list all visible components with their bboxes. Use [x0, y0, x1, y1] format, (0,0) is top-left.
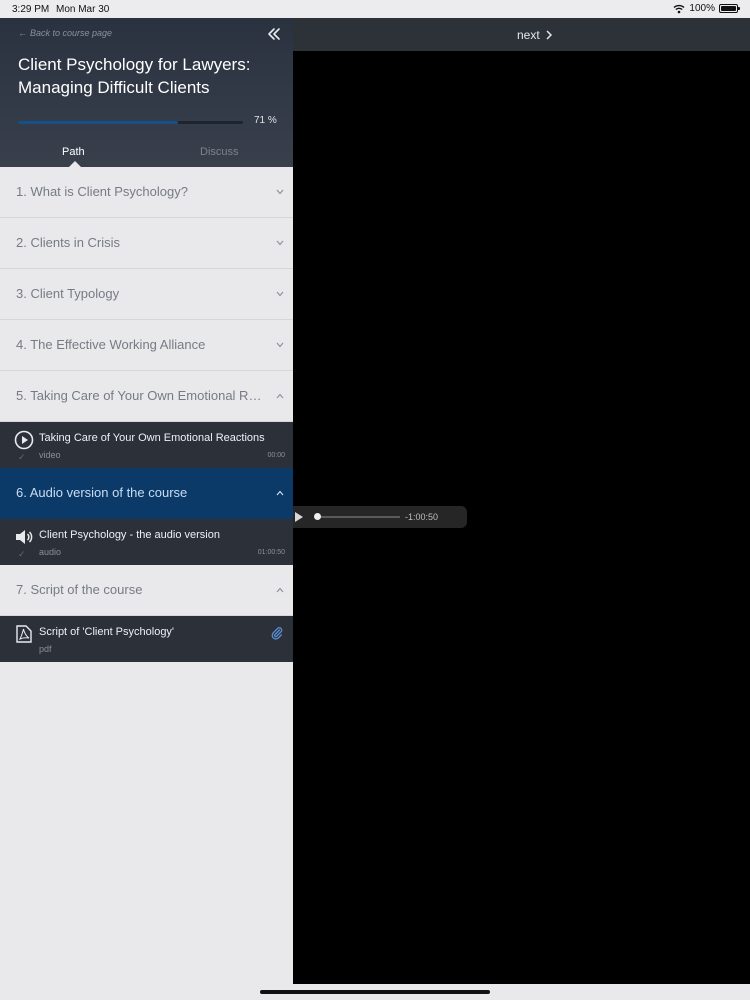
chevron-right-icon [546, 30, 552, 40]
lesson-title: Client Psychology - the audio version [39, 529, 220, 541]
checkmark-icon: ✓ [18, 549, 26, 559]
section-label: 6. Audio version of the course [16, 485, 188, 500]
tab-discuss[interactable]: Discuss [200, 146, 239, 158]
course-progress-bar [18, 121, 243, 124]
lesson-duration: 01:00:50 [257, 549, 285, 556]
course-path-list: 1. What is Client Psychology? 2. Clients… [0, 167, 293, 662]
chevron-down-icon [276, 189, 284, 195]
lesson-item-audio[interactable]: ✓ Client Psychology - the audio version … [0, 519, 293, 565]
course-title: Client Psychology for Lawyers: Managing … [18, 55, 251, 97]
status-right: 100% [673, 3, 740, 14]
section-label: 3. Client Typology [16, 286, 120, 301]
chevron-down-icon [276, 342, 284, 348]
lesson-item-video[interactable]: ✓ Taking Care of Your Own Emotional Reac… [0, 422, 293, 468]
next-button[interactable]: next [517, 28, 552, 42]
section-6[interactable]: 6. Audio version of the course [0, 468, 293, 519]
content-topbar: next [293, 18, 750, 51]
time-remaining: -1:00:50 [405, 512, 439, 522]
checkmark-icon: ✓ [18, 452, 26, 462]
audio-player: -1:00:50 [293, 506, 467, 528]
chevron-up-icon [276, 393, 284, 399]
home-indicator [260, 990, 490, 994]
section-label: 4. The Effective Working Alliance [16, 337, 206, 352]
section-5[interactable]: 5. Taking Care of Your Own Emotional Rea… [0, 371, 293, 422]
audio-scrubber[interactable] [316, 516, 400, 518]
wifi-icon [673, 4, 685, 13]
section-2[interactable]: 2. Clients in Crisis [0, 218, 293, 269]
course-progress-text: 71 % [254, 115, 277, 126]
status-time: 3:29 PM [12, 4, 50, 15]
next-label: next [517, 28, 540, 42]
section-label: 1. What is Client Psychology? [16, 184, 188, 199]
chevron-down-icon [276, 240, 284, 246]
section-3[interactable]: 3. Client Typology [0, 269, 293, 320]
course-sidebar: ← Back to course page Client Psychology … [0, 18, 293, 984]
sidebar-header: ← Back to course page Client Psychology … [0, 18, 293, 167]
arrow-left-icon: ← [18, 28, 27, 38]
chevron-up-icon [276, 587, 284, 593]
back-to-course-link[interactable]: ← Back to course page [18, 28, 112, 38]
lesson-type: audio [39, 547, 62, 557]
section-1[interactable]: 1. What is Client Psychology? [0, 167, 293, 218]
section-label: 2. Clients in Crisis [16, 235, 121, 250]
pdf-icon [16, 625, 32, 643]
battery-percent: 100% [689, 3, 715, 14]
section-label: 5. Taking Care of Your Own Emotional Rea… [16, 388, 266, 403]
section-4[interactable]: 4. The Effective Working Alliance [0, 320, 293, 371]
lesson-title: Script of 'Client Psychology' [39, 626, 175, 638]
content-viewer: next -1:00:50 [293, 18, 750, 984]
collapse-sidebar-button[interactable] [266, 26, 282, 42]
scrubber-handle[interactable] [314, 513, 321, 520]
play-circle-icon [14, 430, 34, 450]
lesson-title: Taking Care of Your Own Emotional Reacti… [39, 432, 265, 444]
section-label: 7. Script of the course [16, 582, 143, 597]
battery-icon [719, 4, 740, 13]
chevron-down-icon [276, 291, 284, 297]
lesson-duration: 00:00 [267, 452, 285, 459]
course-progress-fill [18, 121, 178, 124]
play-button[interactable] [295, 512, 303, 522]
section-7[interactable]: 7. Script of the course [0, 565, 293, 616]
status-date: Mon Mar 30 [56, 4, 110, 15]
chevron-up-icon [276, 490, 284, 496]
lesson-type: video [39, 450, 61, 460]
back-link-label: Back to course page [30, 28, 113, 38]
tab-path[interactable]: Path [62, 146, 85, 158]
status-bar: 3:29 PM Mon Mar 30 100% [0, 0, 750, 18]
paperclip-icon[interactable] [271, 626, 283, 640]
lesson-type: pdf [39, 644, 52, 654]
lesson-item-pdf[interactable]: Script of 'Client Psychology' pdf [0, 616, 293, 662]
speaker-icon [16, 530, 33, 544]
